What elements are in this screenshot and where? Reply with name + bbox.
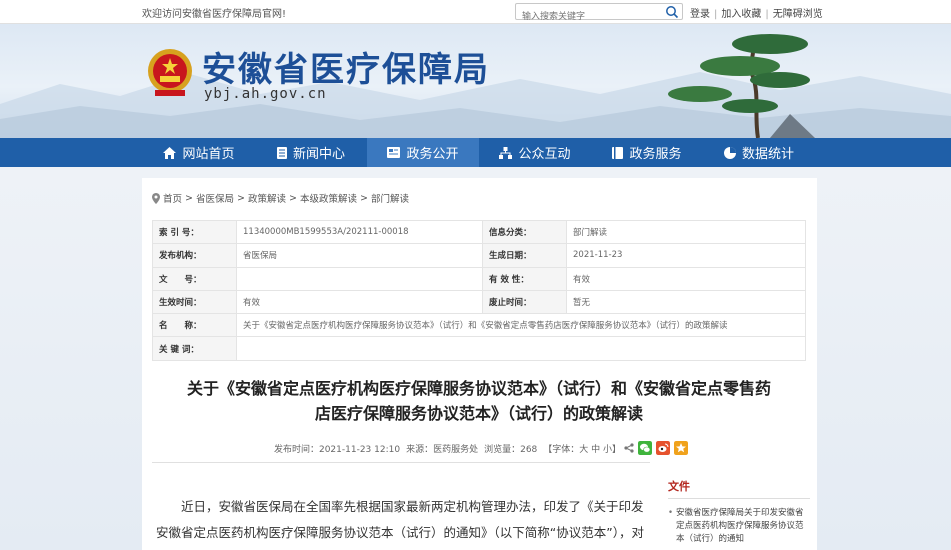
- breadcrumb-local-policy[interactable]: 本级政策解读: [300, 191, 357, 205]
- nav-home-label: 网站首页: [182, 147, 235, 162]
- publisher-value: 省医保局: [236, 243, 483, 268]
- related-file-link[interactable]: 安徽省医疗保障局关于印发安徽省定点医药机构医疗保障服务协议范本（试行）的通知: [668, 507, 810, 546]
- nav-news[interactable]: 新闻中心: [255, 138, 367, 167]
- article-title-line2: 店医疗保障服务协议范本》（试行）的政策解读: [314, 404, 643, 423]
- accessibility-link[interactable]: 无障碍浏览: [773, 9, 823, 20]
- name-label: 名 称：: [152, 313, 237, 338]
- share-icon[interactable]: [624, 443, 634, 453]
- favorite-star-icon[interactable]: [674, 441, 689, 455]
- content-divider: [152, 462, 650, 463]
- favorite-link[interactable]: 加入收藏: [721, 9, 761, 20]
- created-label: 生成日期：: [482, 243, 567, 268]
- article-body: 近日，安徽省医保局在全国率先根据国家最新两定机构管理办法，印发了《关于印发安徽省…: [156, 499, 644, 540]
- article-container: 首页 > 省医保局 > 政策解读 > 本级政策解读 > 部门解读 索 引 号： 1134…: [142, 178, 817, 550]
- nav-services[interactable]: 政务服务: [591, 138, 703, 167]
- pie-chart-icon: [723, 146, 736, 159]
- effective-label: 生效时间：: [152, 289, 237, 315]
- publish-info: 发布时间：2021-11-23 12:10 来源：医药服务处 浏览量：268 【…: [142, 440, 817, 456]
- wechat-icon[interactable]: [638, 441, 653, 455]
- category-value: 部门解读: [566, 219, 806, 245]
- index-label: 索 引 号：: [152, 219, 237, 245]
- nav-gov-affairs-label: 政务公开: [406, 147, 459, 162]
- breadcrumb: 首页 > 省医保局 > 政策解读 > 本级政策解读 > 部门解读: [152, 191, 412, 205]
- nav-news-label: 新闻中心: [292, 147, 345, 162]
- article-title-line1: 关于《安徽省定点医疗机构医疗保障服务协议范本》（试行）和《安徽省定点零售药: [186, 379, 771, 398]
- name-value: 关于《安徽省定点医疗机构医疗保障服务协议范本》（试行）和《安徽省定点零售药店医疗…: [236, 313, 806, 338]
- main-nav: 网站首页 新闻中心 政务公开 公众互动 政务服务 数据统计: [0, 138, 951, 167]
- search-input[interactable]: [516, 9, 656, 25]
- notice-board-icon: [387, 147, 401, 158]
- book-icon: [612, 146, 624, 159]
- site-name: 安徽省医疗保障局: [202, 50, 490, 90]
- keywords-value: [236, 336, 806, 361]
- docno-label: 文 号：: [152, 266, 237, 291]
- breadcrumb-home[interactable]: 首页: [163, 191, 182, 205]
- site-domain: ybj.ah.gov.cn: [204, 86, 327, 102]
- site-banner: 安徽省医疗保障局 ybj.ah.gov.cn: [0, 24, 951, 138]
- validity-value: 有效: [566, 266, 806, 291]
- nav-home[interactable]: 网站首页: [143, 138, 255, 167]
- top-links: 登录 | 加入收藏 | 无障碍浏览: [690, 9, 823, 20]
- weibo-icon[interactable]: [656, 441, 671, 455]
- keywords-label: 关 键 词：: [152, 336, 237, 361]
- nav-interaction-label: 公众互动: [518, 147, 571, 162]
- login-link[interactable]: 登录: [690, 9, 710, 20]
- created-value: 2021-11-23: [566, 243, 806, 268]
- search-box[interactable]: [515, 3, 683, 25]
- nav-interaction[interactable]: 公众互动: [479, 138, 591, 167]
- sidebar-title: 文件: [668, 478, 810, 499]
- home-icon: [163, 146, 177, 159]
- top-bar: 欢迎访问安徽省医疗保障局官网! 登录|加入收藏|无障碍浏览: [0, 0, 951, 25]
- nav-services-label: 政务服务: [629, 147, 682, 162]
- nav-statistics[interactable]: 数据统计: [703, 138, 815, 167]
- source: 来源：医药服务处: [406, 444, 479, 455]
- publish-time: 发布时间：2021-11-23 12:10: [273, 444, 401, 455]
- breadcrumb-policy[interactable]: 政策解读: [248, 191, 286, 205]
- national-emblem-icon: [148, 49, 192, 96]
- search-icon[interactable]: [665, 5, 679, 19]
- network-icon: [499, 146, 513, 159]
- publisher-label: 发布机构：: [152, 243, 237, 268]
- index-value: 11340000MB1599553A/202111-00018: [236, 219, 483, 245]
- effective-value: 有效: [236, 289, 483, 315]
- document-info-table: 索 引 号： 11340000MB1599553A/202111-00018 信…: [152, 219, 806, 361]
- expiry-label: 废止时间：: [482, 289, 567, 315]
- nav-gov-affairs[interactable]: 政务公开: [367, 138, 479, 167]
- breadcrumb-bureau[interactable]: 省医保局: [196, 191, 234, 205]
- document-icon: [276, 146, 287, 159]
- nav-statistics-label: 数据统计: [741, 147, 794, 162]
- view-count: 浏览量：268: [484, 444, 538, 455]
- category-label: 信息分类：: [482, 219, 567, 245]
- validity-label: 有 效 性：: [482, 266, 567, 291]
- pine-tree-decoration: [668, 34, 815, 138]
- docno-value: [236, 266, 483, 291]
- font-size-control[interactable]: 【字体：大 中 小】: [543, 442, 621, 455]
- related-files-sidebar: 文件 安徽省医疗保障局关于印发安徽省定点医药机构医疗保障服务协议范本（试行）的通…: [668, 478, 810, 546]
- breadcrumb-department[interactable]: 部门解读: [371, 191, 409, 205]
- article-title: 关于《安徽省定点医疗机构医疗保障服务协议范本》（试行）和《安徽省定点零售药 店医…: [156, 376, 802, 426]
- expiry-value: 暂无: [566, 289, 806, 315]
- welcome-text: 欢迎访问安徽省医疗保障局官网!: [142, 9, 287, 20]
- location-pin-icon: [152, 192, 160, 204]
